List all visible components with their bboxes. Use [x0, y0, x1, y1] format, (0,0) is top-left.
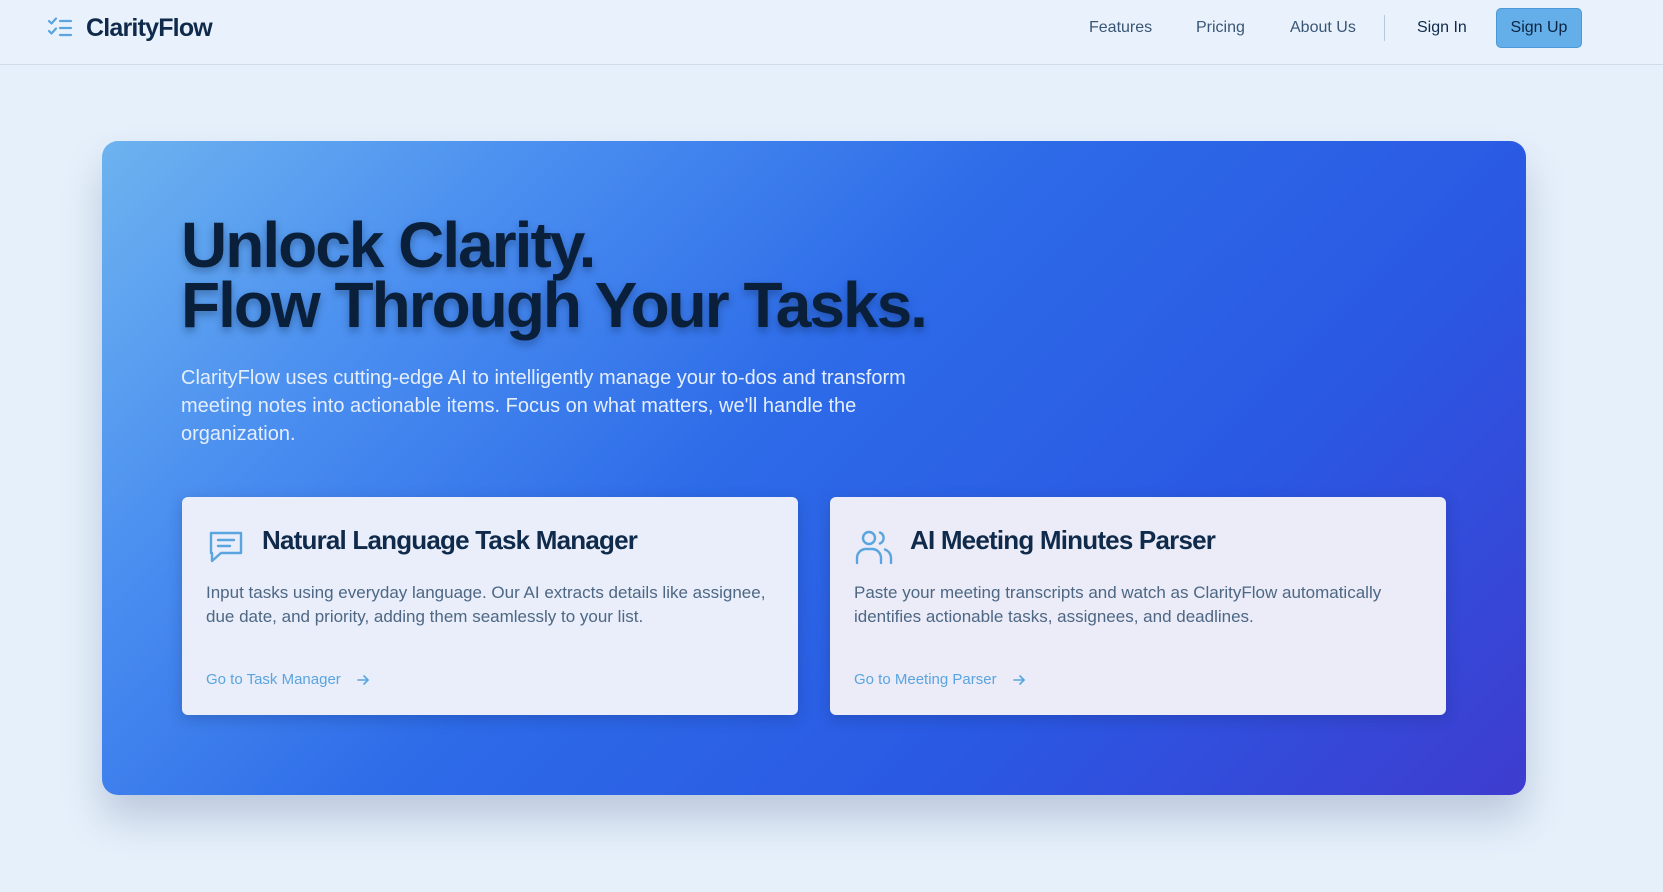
arrow-right-icon: [355, 672, 371, 688]
go-to-meeting-parser-link[interactable]: Go to Meeting Parser: [854, 671, 1027, 688]
brand-name: ClarityFlow: [86, 13, 213, 42]
nav-divider: [1384, 15, 1385, 41]
card-description: Input tasks using everyday language. Our…: [206, 583, 766, 626]
brand-logo[interactable]: ClarityFlow: [46, 12, 213, 44]
nav-link-pricing[interactable]: Pricing: [1196, 19, 1245, 37]
hero-headline: Unlock Clarity. Flow Through Your Tasks.: [181, 209, 1081, 341]
sign-in-link[interactable]: Sign In: [1417, 19, 1467, 37]
hero-headline-line-1: Unlock Clarity.: [181, 209, 596, 281]
nav-link-about-us[interactable]: About Us: [1290, 19, 1356, 37]
card-description: Paste your meeting transcripts and watch…: [854, 583, 1382, 626]
nav-link-features[interactable]: Features: [1089, 19, 1152, 37]
hero-headline-line-2: Flow Through Your Tasks.: [181, 269, 928, 341]
top-navbar: ClarityFlow Features Pricing About Us Si…: [0, 0, 1663, 65]
sign-up-button[interactable]: Sign Up: [1496, 8, 1582, 48]
hero-section: Unlock Clarity. Flow Through Your Tasks.…: [102, 141, 1526, 795]
card-title: Natural Language Task Manager: [262, 525, 638, 555]
card-link-label: Go to Meeting Parser: [854, 671, 997, 688]
feature-card-task-manager: Natural Language Task Manager Input task…: [182, 497, 798, 715]
go-to-task-manager-link[interactable]: Go to Task Manager: [206, 671, 371, 688]
chat-bubble-icon: [206, 527, 246, 567]
arrow-right-icon: [1011, 672, 1027, 688]
checklist-icon: [46, 14, 74, 42]
hero-subtitle: ClarityFlow uses cutting-edge AI to inte…: [181, 367, 906, 445]
feature-card-meeting-parser: AI Meeting Minutes Parser Paste your mee…: [830, 497, 1446, 715]
users-icon: [854, 527, 894, 567]
card-title: AI Meeting Minutes Parser: [910, 525, 1216, 555]
card-link-label: Go to Task Manager: [206, 671, 341, 688]
